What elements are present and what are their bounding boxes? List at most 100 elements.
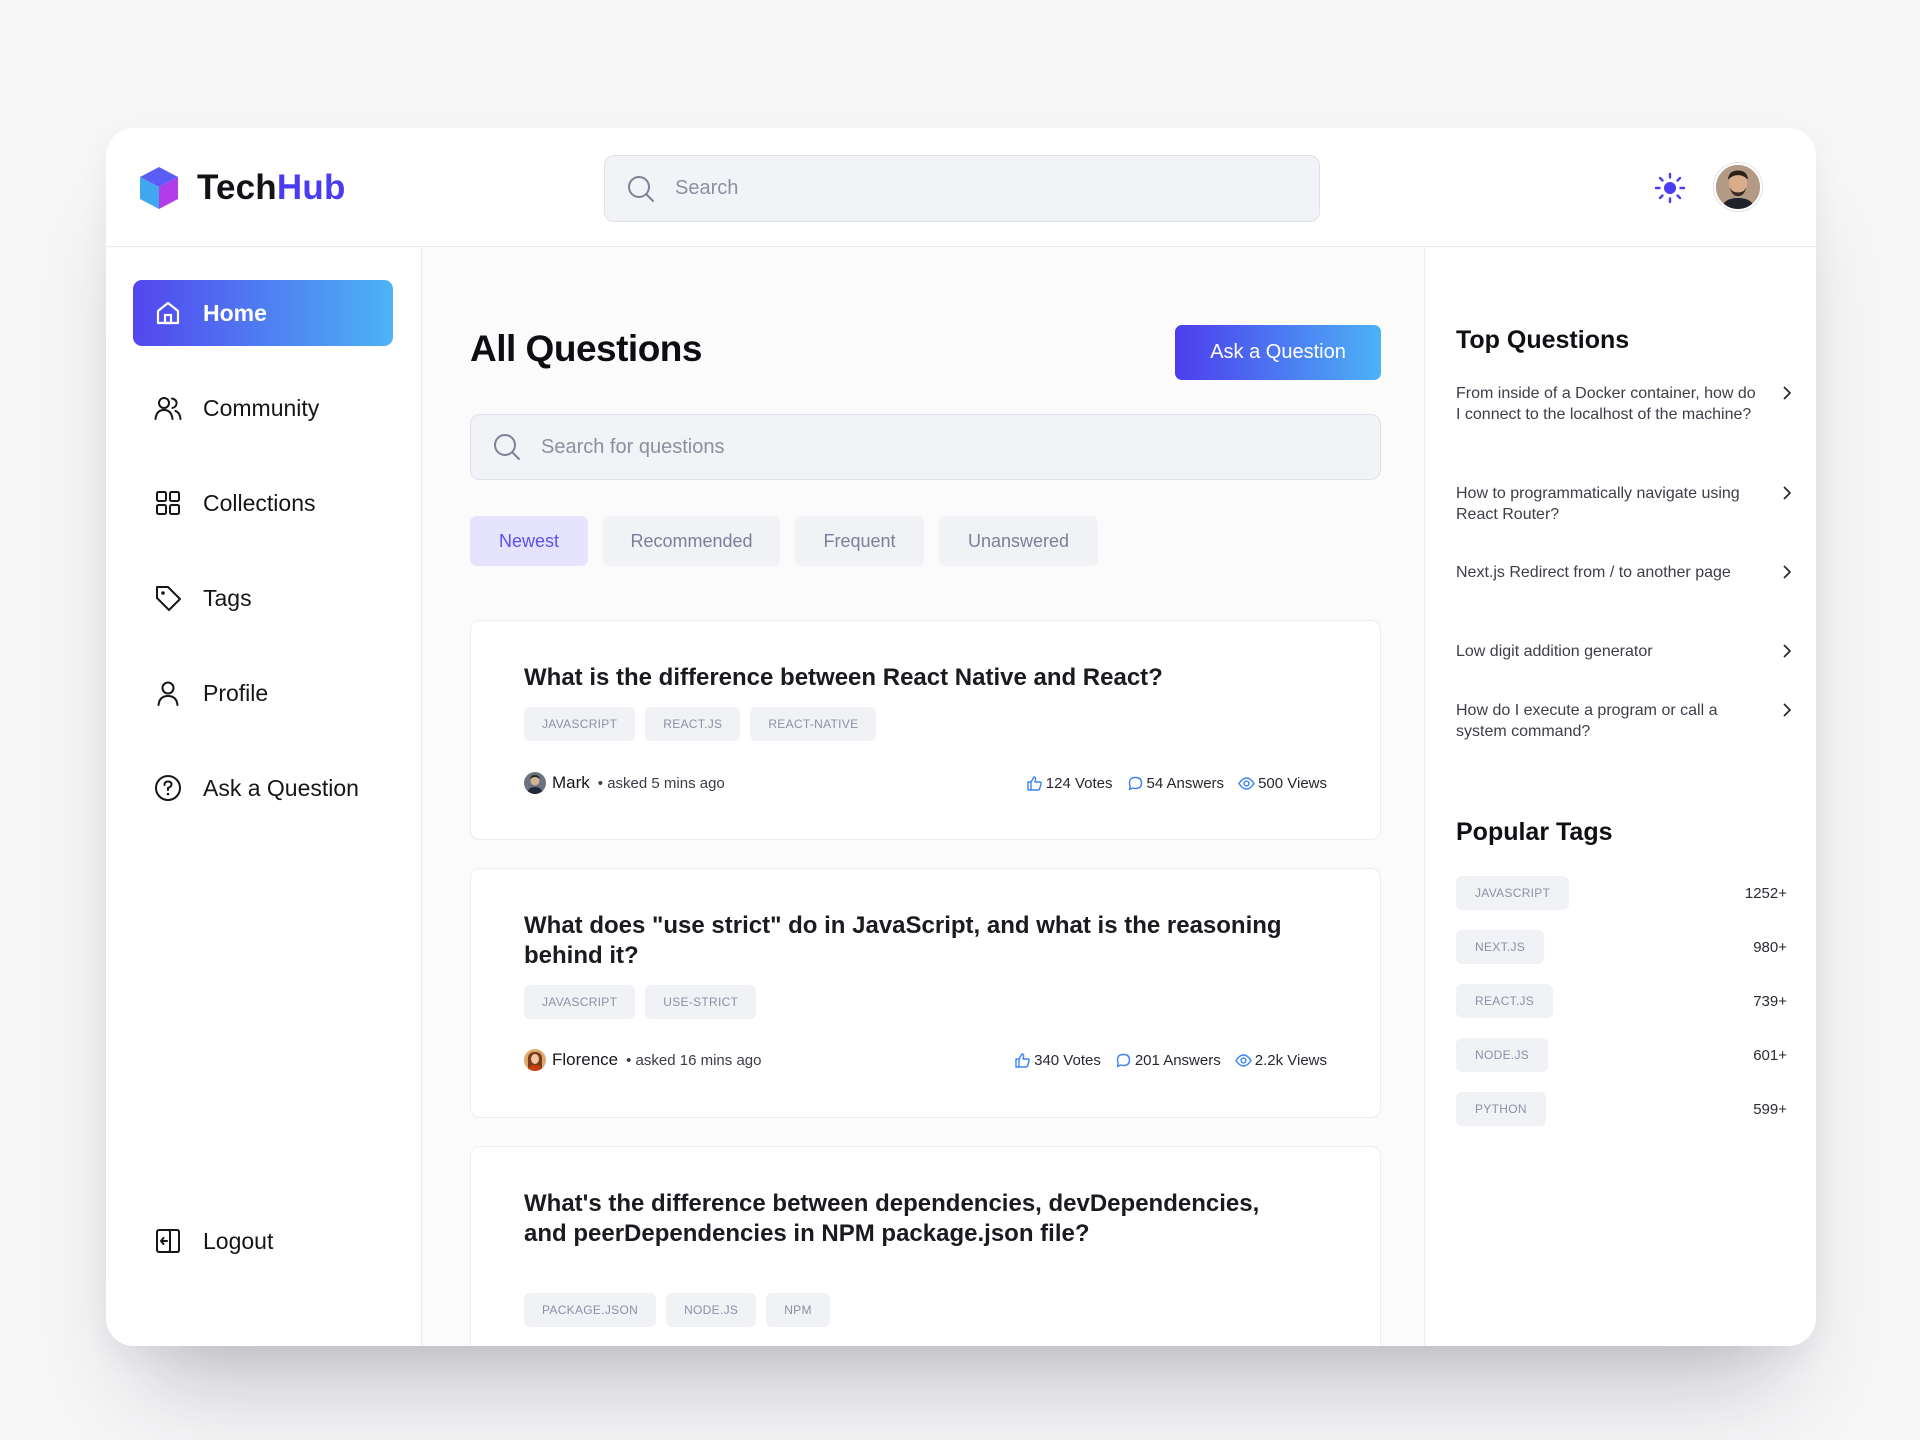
global-search[interactable] [604,155,1320,222]
top-question-text: Next.js Redirect from / to another page [1456,564,1731,581]
popular-tag-row: REACT.JS 739+ [1456,984,1787,1018]
popular-tag-chip[interactable]: NEXT.JS [1456,930,1545,964]
eye-icon [1238,776,1255,790]
sidebar-item-home[interactable]: Home [133,280,393,346]
message-icon [1128,776,1142,790]
chevron-right-icon [1783,703,1791,717]
grid-icon [153,488,183,518]
message-icon [1116,1053,1131,1067]
tag-icon [153,583,183,613]
left-sidebar: Home Community Collections Tags Profile [106,248,422,1346]
sidebar-item-label: Profile [203,679,269,706]
question-tags: PACKAGE.JSON NODE.JS NPM [524,1293,840,1327]
question-meta: Mark • asked 5 mins ago 124 Votes 54 Ans… [524,772,1327,794]
chevron-right-icon [1783,644,1791,658]
question-tags: JAVASCRIPT REACT.JS REACT-NATIVE [524,707,886,741]
author-name[interactable]: Mark [552,773,590,793]
views-count: 2.2k Views [1254,1051,1327,1069]
sidebar-item-profile[interactable]: Profile [133,660,393,726]
answers-stat: 54 Answers [1127,774,1225,792]
question-search-input[interactable] [541,435,1141,459]
sidebar-item-label: Collections [203,489,316,516]
filter-newest[interactable]: Newest [470,516,588,566]
logout-button[interactable]: Logout [133,1208,393,1274]
chevron-right-icon [1783,486,1791,500]
tag-chip[interactable]: REACT.JS [645,707,741,741]
tag-chip[interactable]: NPM [766,1293,830,1327]
answers-stat: 201 Answers [1115,1052,1221,1069]
top-question-item[interactable]: How do I execute a program or call a sys… [1456,700,1796,742]
tag-chip[interactable]: PACKAGE.JSON [524,1293,657,1327]
question-search[interactable] [470,414,1381,480]
search-icon [494,434,520,460]
top-question-text: How to programmatically navigate using R… [1456,485,1740,523]
popular-tag-count: 1252+ [1744,884,1787,902]
home-icon [153,298,183,328]
sidebar-item-label: Home [203,299,267,326]
question-title[interactable]: What's the difference between dependenci… [524,1189,1304,1249]
views-stat: 2.2k Views [1234,1051,1327,1069]
tag-chip[interactable]: NODE.JS [666,1293,757,1327]
tag-chip[interactable]: USE-STRICT [645,985,757,1019]
popular-tag-chip[interactable]: NODE.JS [1456,1038,1549,1072]
filter-frequent[interactable]: Frequent [795,516,924,566]
sidebar-item-collections[interactable]: Collections [133,470,393,536]
sidebar-item-ask-question[interactable]: Ask a Question [133,755,393,821]
filter-unanswered[interactable]: Unanswered [939,516,1098,566]
sidebar-item-tags[interactable]: Tags [133,565,393,631]
top-question-item[interactable]: From inside of a Docker container, how d… [1456,383,1796,425]
logo-text-hub: Hub [276,168,346,207]
user-avatar[interactable] [1714,163,1762,211]
popular-tag-chip[interactable]: JAVASCRIPT [1456,876,1570,910]
votes-count: 340 Votes [1034,1051,1101,1069]
tag-chip[interactable]: JAVASCRIPT [524,707,636,741]
question-author: Florence • asked 16 mins ago [524,1049,761,1071]
user-icon [153,678,183,708]
author-name[interactable]: Florence [552,1050,618,1070]
help-circle-icon [153,773,183,803]
chevron-right-icon [1783,565,1791,579]
right-sidebar: Top Questions From inside of a Docker co… [1424,248,1816,1346]
question-title[interactable]: What is the difference between React Nat… [524,663,1304,693]
filter-recommended[interactable]: Recommended [603,516,780,566]
popular-tag-row: PYTHON 599+ [1456,1092,1787,1126]
top-question-item[interactable]: Low digit addition generator [1456,641,1796,662]
sidebar-item-label: Community [203,394,320,421]
asked-time: • asked 5 mins ago [597,774,725,792]
logo-text: TechHub [197,168,346,208]
tag-chip[interactable]: REACT-NATIVE [750,707,877,741]
views-count: 500 Views [1258,774,1327,792]
popular-tag-chip[interactable]: PYTHON [1456,1092,1546,1126]
popular-tag-row: JAVASCRIPT 1252+ [1456,876,1787,910]
question-meta: Florence • asked 16 mins ago 340 Votes 2… [524,1049,1327,1071]
question-card[interactable]: What's the difference between dependenci… [470,1146,1381,1346]
top-questions-heading: Top Questions [1456,326,1630,354]
question-title[interactable]: What does "use strict" do in JavaScript,… [524,911,1304,971]
top-header: TechHub [106,128,1816,247]
ask-question-button[interactable]: Ask a Question [1175,325,1381,380]
eye-icon [1234,1053,1252,1067]
tag-chip[interactable]: JAVASCRIPT [524,985,636,1019]
chevron-right-icon [1783,386,1791,400]
thumbs-up-icon [1015,1052,1030,1068]
question-card[interactable]: What is the difference between React Nat… [470,620,1381,840]
author-avatar[interactable] [524,1049,546,1071]
thumbs-up-icon [1027,775,1042,791]
answers-count: 201 Answers [1134,1051,1221,1069]
popular-tag-row: NEXT.JS 980+ [1456,930,1787,964]
sidebar-item-label: Tags [203,584,252,611]
sidebar-item-community[interactable]: Community [133,375,393,441]
popular-tag-chip[interactable]: REACT.JS [1456,984,1554,1018]
question-card[interactable]: What does "use strict" do in JavaScript,… [470,868,1381,1118]
logo-text-tech: Tech [197,168,277,207]
sun-icon[interactable] [1654,172,1686,204]
top-question-item[interactable]: Next.js Redirect from / to another page [1456,562,1796,583]
top-question-item[interactable]: How to programmatically navigate using R… [1456,483,1796,525]
logo[interactable]: TechHub [138,165,346,211]
global-search-input[interactable] [675,177,1275,200]
page-stage: TechHub Search Home Community Collection… [0,0,1920,1440]
app-window: TechHub Search Home Community Collection… [106,128,1816,1346]
top-question-text: How do I execute a program or call a sys… [1456,702,1718,740]
answers-count: 54 Answers [1146,774,1225,792]
author-avatar[interactable] [524,772,546,794]
